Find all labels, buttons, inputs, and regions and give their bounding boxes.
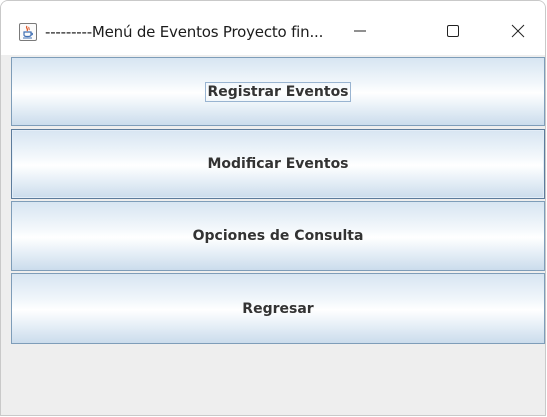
button-label: Registrar Eventos	[205, 81, 351, 102]
modificar-eventos-button[interactable]: Modificar Eventos	[11, 129, 545, 199]
button-label: Modificar Eventos	[207, 156, 349, 172]
close-icon	[511, 24, 525, 38]
maximize-icon	[447, 25, 459, 37]
minimize-button[interactable]	[337, 11, 383, 51]
app-window: ---------Menú de Eventos Proyecto fin...…	[0, 0, 546, 416]
window-title: ---------Menú de Eventos Proyecto fin...	[45, 23, 324, 41]
minimize-icon	[354, 30, 366, 32]
registrar-eventos-button[interactable]: Registrar Eventos	[11, 57, 545, 126]
regresar-button[interactable]: Regresar	[11, 273, 545, 344]
java-cup-icon[interactable]	[19, 23, 37, 41]
maximize-button[interactable]	[430, 11, 476, 51]
title-bar[interactable]: ---------Menú de Eventos Proyecto fin...	[1, 1, 545, 55]
menu-panel: Registrar Eventos Modificar Eventos Opci…	[1, 55, 545, 415]
button-label: Opciones de Consulta	[192, 228, 364, 244]
opciones-de-consulta-button[interactable]: Opciones de Consulta	[11, 201, 545, 271]
button-label: Regresar	[242, 300, 314, 317]
close-button[interactable]	[495, 11, 541, 51]
